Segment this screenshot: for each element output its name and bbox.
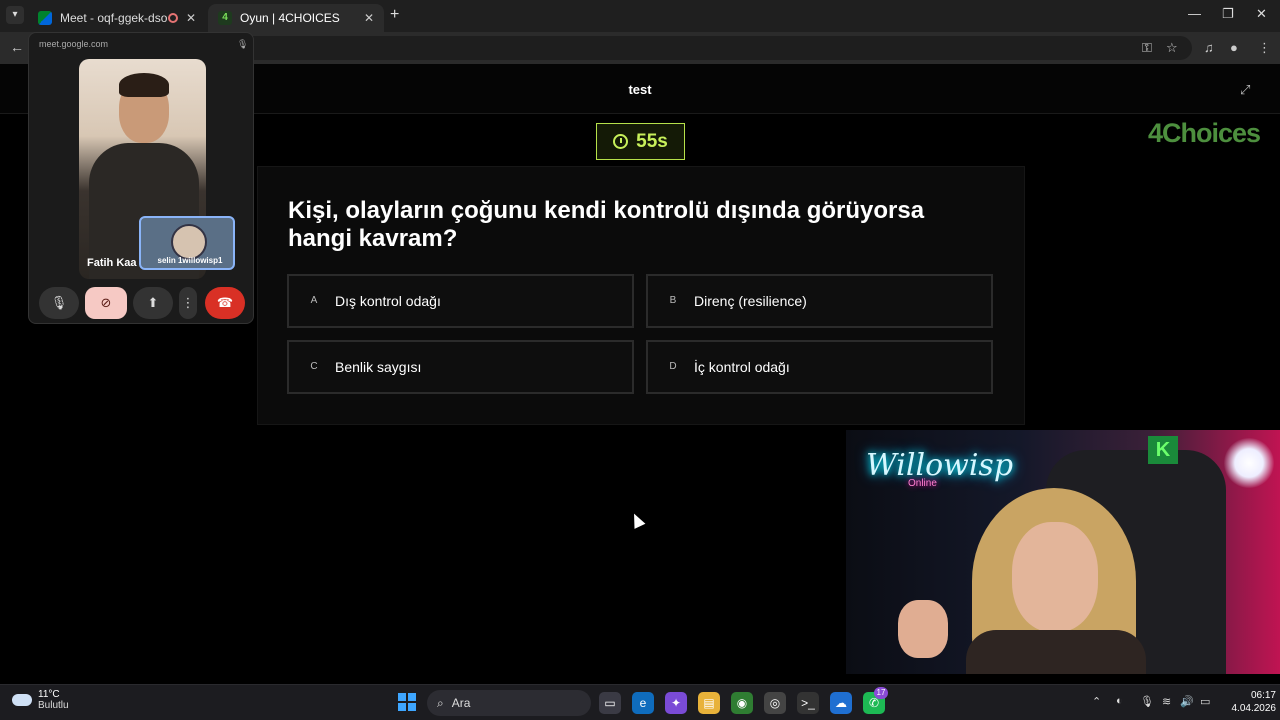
taskbar-search[interactable]: ⌕ Ara <box>427 690 591 716</box>
close-tab-icon[interactable]: ✕ <box>186 11 196 25</box>
tab-title: Meet - oqf-ggek-dso <box>60 11 168 25</box>
neon-sign-sub: Online <box>908 478 937 489</box>
browser-menu-icon[interactable]: ⋮ <box>1258 40 1271 56</box>
back-arrow-icon[interactable]: ← <box>10 39 24 55</box>
battery-icon[interactable]: ▭ <box>1200 695 1210 708</box>
minimize-button[interactable]: — <box>1188 6 1201 21</box>
fullscreen-icon[interactable]: ⤢ <box>1240 82 1250 98</box>
cloud-icon <box>12 694 32 706</box>
timer-value: 55s <box>636 130 668 152</box>
streamer-webcam: Willowisp Online K <box>846 430 1280 674</box>
self-avatar <box>171 224 207 260</box>
stopwatch-icon <box>613 134 629 149</box>
present-icon: ⬆ <box>147 295 159 310</box>
answer-text: Dış kontrol odağı <box>335 293 441 309</box>
profile-avatar[interactable]: ● <box>1230 40 1238 55</box>
recording-icon <box>167 13 178 23</box>
streamer-body <box>966 630 1146 674</box>
chrome-icon[interactable]: ◉ <box>731 692 753 714</box>
tab-search-button[interactable]: ▾ <box>6 6 24 24</box>
answer-text: İç kontrol odağı <box>694 359 790 375</box>
maximize-button[interactable]: ❐ <box>1222 6 1234 22</box>
notification-badge: 17 <box>874 687 888 699</box>
new-tab-button[interactable]: + <box>390 6 399 24</box>
clock-date: 4.04.2026 <box>1231 703 1277 714</box>
hang-up-icon: ☎ <box>216 295 234 310</box>
mic-toggle-button[interactable]: 🎙 <box>39 287 79 319</box>
neon-sign: Willowisp <box>866 448 1014 483</box>
answer-option-c[interactable]: C Benlik saygısı <box>287 340 634 394</box>
windows-taskbar: 11°C Bulutlu ⌕ Ara ▭ e ✦ ▤ ◉ ◎ >_ ☁ ✆ 17… <box>0 684 1280 720</box>
obs-icon[interactable]: ◎ <box>764 692 786 714</box>
system-clock[interactable]: 06:17 4.04.2026 <box>1224 689 1277 715</box>
edge-icon[interactable]: e <box>632 692 654 714</box>
tab-4choices[interactable]: 4 Oyun | 4CHOICES ✕ <box>208 4 384 32</box>
app-tray-icon[interactable]: ◐ <box>1116 695 1123 707</box>
file-explorer-icon[interactable]: ▤ <box>698 692 720 714</box>
close-window-button[interactable]: ✕ <box>1256 6 1267 22</box>
tab-meet[interactable]: Meet - oqf-ggek-dso ✕ <box>28 4 206 32</box>
4choices-favicon-icon: 4 <box>218 11 232 25</box>
search-icon: ⌕ <box>437 695 444 710</box>
participant-name: Fatih Kaa <box>87 257 137 269</box>
present-screen-button[interactable]: ⬆ <box>133 287 173 319</box>
meet-pip-window[interactable]: meet.google.com 🎙 Fatih Kaa selin 1willo… <box>28 32 254 324</box>
answer-option-d[interactable]: D İç kontrol odağı <box>646 340 993 394</box>
answer-text: Benlik saygısı <box>335 359 422 375</box>
app-blue-icon[interactable]: ☁ <box>830 692 852 714</box>
countdown-timer: 55s <box>596 123 685 160</box>
start-button[interactable] <box>398 693 416 711</box>
media-control-icon[interactable]: ♫ <box>1204 40 1214 55</box>
pip-mic-indicator-icon: 🎙 <box>237 39 249 49</box>
weather-temp: 11°C <box>38 689 60 700</box>
wifi-icon[interactable]: ≋ <box>1162 695 1171 708</box>
answer-option-a[interactable]: A Dış kontrol odağı <box>287 274 634 328</box>
answer-text: Direnç (resilience) <box>694 293 807 309</box>
more-vert-icon: ⋮ <box>181 295 195 310</box>
terminal-icon[interactable]: >_ <box>797 692 819 714</box>
4choices-logo: 4Choices <box>1148 118 1261 148</box>
volume-icon[interactable]: 🔊 <box>1180 695 1194 708</box>
pip-url: meet.google.com <box>39 39 109 49</box>
microphone-tray-icon[interactable]: 🎙 <box>1140 695 1154 708</box>
more-options-button[interactable]: ⋮ <box>179 287 197 319</box>
clock-time: 06:17 <box>1250 690 1276 701</box>
participant-hair <box>119 73 169 97</box>
answer-letter: C <box>310 361 318 372</box>
search-placeholder: Ara <box>451 696 471 710</box>
camera-toggle-button[interactable]: ⊘ <box>85 287 127 319</box>
tab-title: Oyun | 4CHOICES <box>240 11 340 25</box>
leave-call-button[interactable]: ☎ <box>205 287 245 319</box>
copilot-icon[interactable]: ✦ <box>665 692 687 714</box>
self-name: selin 1willowisp1 <box>157 256 223 265</box>
answer-letter: B <box>669 295 677 306</box>
lamp-light <box>1224 438 1274 488</box>
password-key-icon[interactable]: ⚿ <box>1142 40 1152 56</box>
close-tab-icon[interactable]: ✕ <box>364 11 374 25</box>
answer-option-b[interactable]: B Direnç (resilience) <box>646 274 993 328</box>
answer-letter: A <box>310 295 318 306</box>
camera-off-icon: ⊘ <box>100 295 112 310</box>
meet-favicon-icon <box>38 11 52 25</box>
streamer-face <box>1012 522 1098 632</box>
mic-icon: 🎙 <box>50 295 68 310</box>
answer-letter: D <box>669 361 677 372</box>
weather-widget[interactable]: 11°C Bulutlu <box>12 689 69 711</box>
task-view-icon[interactable]: ▭ <box>599 692 621 714</box>
kick-logo: K <box>1148 436 1178 464</box>
show-hidden-icons[interactable]: ⌃ <box>1092 695 1101 708</box>
mouse-cursor <box>628 511 646 529</box>
self-view-tile: selin 1willowisp1 <box>139 216 235 270</box>
bookmark-star-icon[interactable]: ☆ <box>1166 40 1178 56</box>
weather-desc: Bulutlu <box>38 700 69 711</box>
browser-tab-bar: ▾ Meet - oqf-ggek-dso ✕ 4 Oyun | 4CHOICE… <box>0 0 1280 32</box>
question-text: Kişi, olayların çoğunu kendi kontrolü dı… <box>288 197 925 252</box>
streamer-hand <box>898 600 948 658</box>
